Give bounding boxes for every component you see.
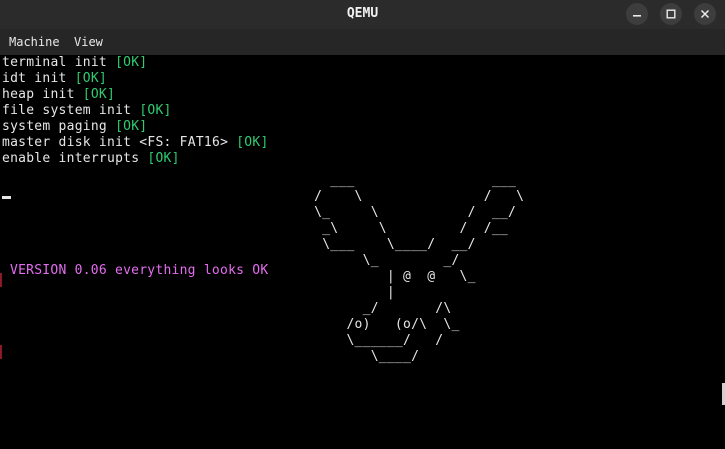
version-message: VERSION 0.06 everything looks OK <box>10 263 269 278</box>
minimize-icon <box>633 15 641 17</box>
boot-line-text: idt init <box>2 71 75 86</box>
ok-status: [OK] <box>74 71 108 86</box>
boot-line: enable interrupts [OK] <box>2 151 180 167</box>
ok-status: [OK] <box>139 103 172 118</box>
boot-line: system paging [OK] <box>2 119 147 135</box>
ok-status: [OK] <box>115 119 148 134</box>
boot-line-text: terminal init <box>2 55 116 70</box>
boot-line: master disk init <FS: FAT16> [OK] <box>2 135 269 151</box>
ascii-art-logo: ___ ___ / \ / \ \_ \ / __/ _\ \ / /__ \_… <box>314 173 525 364</box>
ok-status: [OK] <box>82 87 116 102</box>
boot-line: idt init [OK] <box>2 71 107 87</box>
boot-line: terminal init [OK] <box>2 55 147 71</box>
boot-line-text: master disk init <FS: FAT16> <box>2 135 237 150</box>
boot-line-text: heap init <box>2 87 83 102</box>
boot-line: heap init [OK] <box>2 87 115 103</box>
text-cursor <box>2 196 11 199</box>
edge-marker <box>0 345 2 359</box>
close-icon <box>700 9 710 19</box>
ok-status: [OK] <box>115 55 148 70</box>
boot-line: file system init [OK] <box>2 103 172 119</box>
edge-marker <box>0 273 2 287</box>
window-titlebar[interactable]: QEMU <box>0 0 725 29</box>
close-button[interactable] <box>694 3 716 25</box>
menu-view[interactable]: View <box>74 29 103 55</box>
maximize-button[interactable] <box>660 3 682 25</box>
boot-line-text: file system init <box>2 103 140 118</box>
boot-line-text: system paging <box>2 119 116 134</box>
vm-display[interactable]: terminal init [OK] idt init [OK] heap in… <box>0 55 725 449</box>
maximize-icon <box>666 9 676 19</box>
minimize-button[interactable] <box>626 3 648 25</box>
boot-line-text: enable interrupts <box>2 151 148 166</box>
ok-status: [OK] <box>147 151 180 166</box>
ok-status: [OK] <box>236 135 269 150</box>
menubar: Machine View <box>0 29 725 55</box>
menu-machine[interactable]: Machine <box>9 29 60 55</box>
window-title: QEMU <box>346 6 379 21</box>
